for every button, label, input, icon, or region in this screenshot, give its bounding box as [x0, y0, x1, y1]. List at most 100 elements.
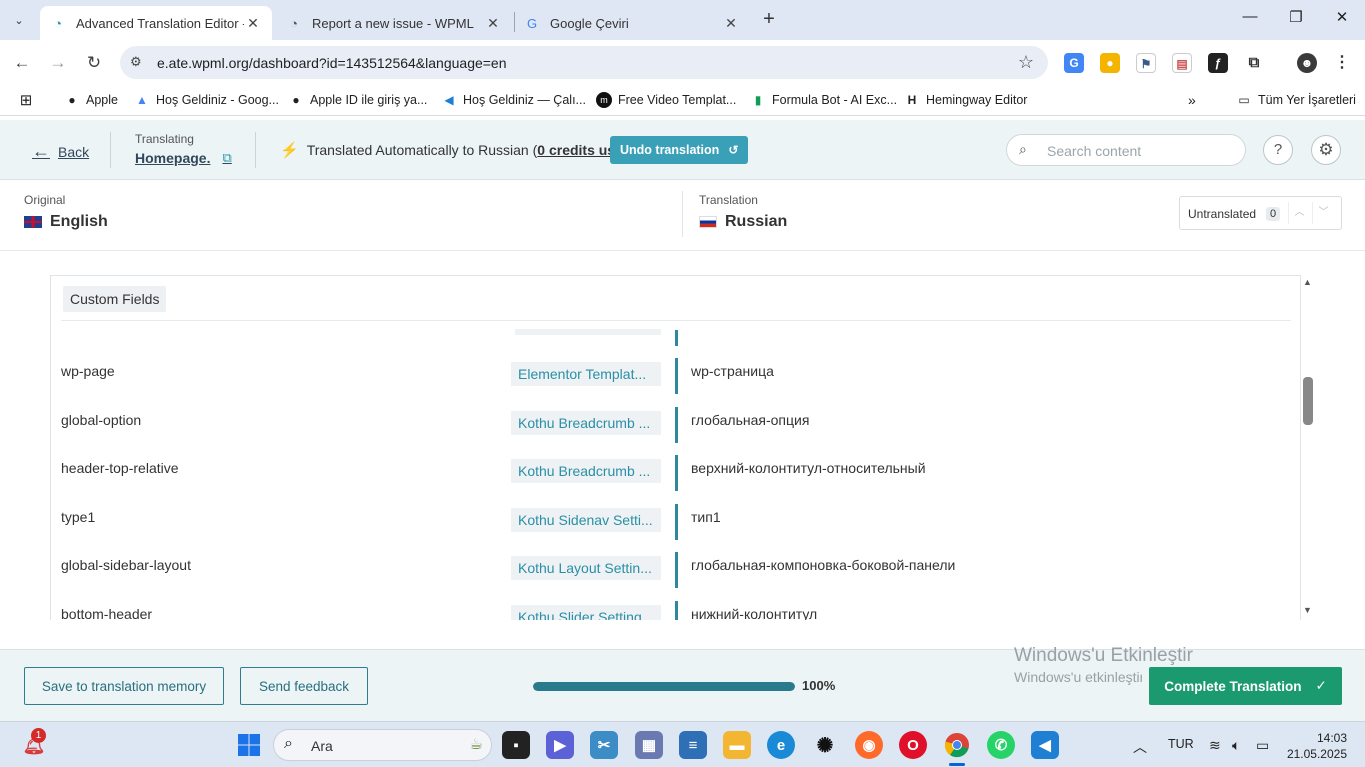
formula-extension-icon[interactable]: ƒ — [1208, 53, 1228, 73]
translation-text[interactable]: глобальная-опция — [691, 412, 809, 428]
page-link[interactable]: Homepage. ⧉ — [135, 150, 232, 166]
chrome-icon[interactable] — [943, 731, 971, 759]
external-link-icon[interactable]: ⧉ — [222, 150, 231, 166]
bookmark-star-icon[interactable]: ☆ — [1018, 52, 1034, 73]
extension-icon[interactable]: ▤ — [1172, 53, 1192, 73]
translation-text[interactable]: глобальная-компоновка-боковой-панели — [691, 557, 955, 573]
windows-start-icon[interactable] — [235, 731, 263, 759]
complete-translation-button[interactable]: Complete Translation ✓ — [1149, 667, 1342, 705]
page-title: Homepage. — [135, 150, 211, 166]
back-link[interactable]: ← Back — [32, 141, 89, 162]
content-scrollbar[interactable]: ▲ ▼ — [1301, 275, 1315, 620]
apps-grid-icon[interactable]: ⊞ — [18, 92, 40, 109]
minimize-button[interactable]: — — [1227, 8, 1273, 32]
translation-language: Russian — [699, 213, 787, 231]
translation-text[interactable]: верхний-колонтитул-относительный — [691, 460, 926, 476]
bookmark-label: Hoş Geldiniz — Çalı... — [463, 93, 586, 107]
more-bookmarks-icon[interactable]: » — [1188, 92, 1196, 108]
forward-arrow-icon[interactable]: → — [46, 51, 70, 75]
tab-report-issue[interactable]: ◔ Report a new issue - WPML ✕ — [276, 6, 512, 40]
meet-icon[interactable]: ▶ — [546, 731, 574, 759]
notepad-icon[interactable]: ≡ — [679, 731, 707, 759]
address-bar[interactable]: ⚙ e.ate.wpml.org/dashboard?id=143512564&… — [120, 46, 1048, 79]
bookmark-apple-id[interactable]: ● Apple ID ile giriş ya... — [288, 92, 427, 108]
scroll-up-icon[interactable]: ▲ — [1303, 277, 1312, 287]
bookmark-label: Tüm Yer İşaretleri — [1258, 93, 1356, 107]
segment-status-bar — [675, 504, 678, 540]
extension-icon[interactable]: ⚑ — [1136, 53, 1156, 73]
translation-text[interactable]: тип1 — [691, 509, 721, 525]
wifi-icon[interactable]: ≋ — [1209, 737, 1221, 754]
bookmark-apple[interactable]: ● Apple — [64, 92, 118, 108]
task-view-icon[interactable]: ▪ — [502, 731, 530, 759]
bookmark-formula-bot[interactable]: ▮ Formula Bot - AI Exc... — [750, 92, 897, 108]
tab-google-translate[interactable]: G Google Çeviri ✕ — [514, 6, 750, 40]
keep-extension-icon[interactable]: ● — [1100, 53, 1120, 73]
all-bookmarks-folder[interactable]: ▭ Tüm Yer İşaretleri — [1236, 92, 1356, 108]
search-icon: ⌕ — [1019, 141, 1027, 157]
close-tab-icon[interactable]: ✕ — [722, 15, 740, 32]
context-chip[interactable]: Kothu Sidenav Setti... — [511, 508, 661, 532]
translation-text[interactable]: wp-страница — [691, 363, 774, 379]
segment-row[interactable]: global-sidebar-layout Kothu Layout Setti… — [51, 552, 1300, 592]
send-feedback-button[interactable]: Send feedback — [240, 667, 368, 705]
tray-overflow-icon[interactable]: ︿ — [1133, 737, 1147, 757]
site-info-icon[interactable]: ⚙ — [130, 54, 146, 70]
taskbar-search[interactable]: ⌕ Ara ☕︎ — [273, 729, 492, 761]
segment-row[interactable]: bottom-header Kothu Slider Setting... ни… — [51, 601, 1300, 620]
segment-row[interactable]: type1 Kothu Sidenav Setti... тип1 — [51, 504, 1300, 544]
chevron-up-icon[interactable]: ︿ — [1288, 202, 1310, 224]
scroll-down-icon[interactable]: ▼ — [1303, 605, 1312, 615]
chrome-menu-icon[interactable]: ⋮ — [1332, 53, 1352, 73]
segment-row[interactable]: header-top-relative Kothu Breadcrumb ...… — [51, 455, 1300, 495]
opera-icon[interactable]: O — [899, 731, 927, 759]
bookmark-free-video[interactable]: m Free Video Templat... — [596, 92, 736, 108]
input-language[interactable]: TUR — [1168, 737, 1194, 751]
close-window-button[interactable]: ✕ — [1319, 8, 1365, 32]
help-button[interactable]: ? — [1263, 135, 1293, 165]
tab-search-button[interactable]: ⌄ — [6, 7, 32, 33]
browser-toolbar: ← → ↻ ⚙ e.ate.wpml.org/dashboard?id=1435… — [0, 40, 1365, 86]
context-chip[interactable]: Kothu Breadcrumb ... — [511, 411, 661, 435]
snipping-icon[interactable]: ✂ — [590, 731, 618, 759]
url-text[interactable]: e.ate.wpml.org/dashboard?id=143512564&la… — [157, 55, 507, 71]
battery-icon[interactable]: ▭ — [1256, 737, 1269, 754]
close-tab-icon[interactable]: ✕ — [244, 15, 262, 32]
bookmark-hemingway[interactable]: H Hemingway Editor — [904, 92, 1028, 108]
google-translate-extension-icon[interactable]: G — [1064, 53, 1084, 73]
segment-row[interactable]: wp-page Elementor Templat... wp-страница — [51, 358, 1300, 398]
bookmark-vscode[interactable]: ◀ Hoş Geldiniz — Çalı... — [441, 92, 586, 108]
undo-translation-button[interactable]: Undo translation ↺ — [610, 136, 749, 164]
reload-icon[interactable]: ↻ — [82, 51, 106, 75]
tab-advanced-translation-editor[interactable]: ◔ Advanced Translation Editor - W ✕ — [40, 6, 272, 40]
extensions-puzzle-icon[interactable]: ⧉ — [1244, 53, 1264, 73]
bookmark-google-ads[interactable]: ▲ Hoş Geldiniz - Goog... — [134, 92, 279, 108]
gallery-icon[interactable]: ▦ — [635, 731, 663, 759]
clock[interactable]: 14:03 21.05.2025 — [1285, 730, 1347, 762]
settings-button[interactable]: ⚙ — [1311, 135, 1341, 165]
context-chip[interactable]: Kothu Layout Settin... — [511, 556, 661, 580]
active-app-indicator — [949, 763, 965, 766]
back-arrow-icon[interactable]: ← — [10, 51, 34, 75]
chevron-down-icon[interactable]: ﹀ — [1312, 202, 1334, 224]
firefox-icon[interactable]: ◉ — [855, 731, 883, 759]
whatsapp-icon[interactable]: ✆ — [987, 731, 1015, 759]
save-to-memory-button[interactable]: Save to translation memory — [24, 667, 224, 705]
volume-icon[interactable]: 🔈︎ — [1232, 737, 1240, 754]
vscode-icon[interactable]: ◀ — [1031, 731, 1059, 759]
new-tab-button[interactable]: + — [758, 8, 780, 30]
translation-text[interactable]: нижний-колонтитул — [691, 606, 817, 620]
context-chip[interactable]: Kothu Breadcrumb ... — [511, 459, 661, 483]
restore-button[interactable]: ❐ — [1273, 8, 1319, 32]
original-language: English — [24, 213, 108, 231]
close-tab-icon[interactable]: ✕ — [484, 15, 502, 32]
context-chip[interactable]: Elementor Templat... — [511, 362, 661, 386]
scrollbar-thumb[interactable] — [1303, 377, 1313, 425]
segment-row[interactable]: global-option Kothu Breadcrumb ... глоба… — [51, 407, 1300, 447]
file-explorer-icon[interactable]: ▬ — [723, 731, 751, 759]
edge-icon[interactable]: e — [767, 731, 795, 759]
search-input[interactable] — [1047, 141, 1237, 161]
context-chip[interactable]: Kothu Slider Setting... — [511, 605, 661, 620]
chatgpt-icon[interactable]: ✺ — [811, 731, 839, 759]
profile-avatar[interactable]: ☻ — [1297, 53, 1317, 73]
